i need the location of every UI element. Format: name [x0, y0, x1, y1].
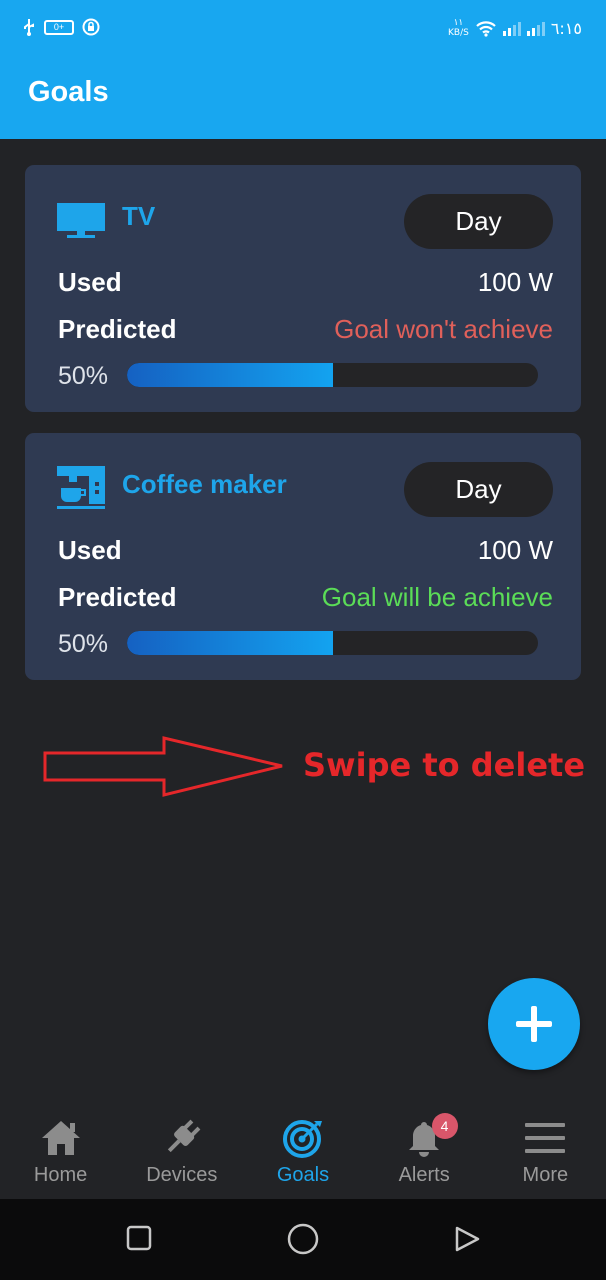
progress-percent: 50% [58, 630, 109, 658]
goal-card-coffee-maker[interactable]: Coffee maker Day Used 100 W Predicted Go… [25, 433, 581, 680]
signal-icon-2 [526, 20, 545, 36]
device-name: Coffee maker [122, 469, 287, 499]
net-speed: ۱۱ KB/S [448, 18, 469, 38]
plug-icon [167, 1119, 201, 1153]
period-selector[interactable]: Day [404, 194, 553, 249]
predicted-label: Predicted [58, 582, 177, 612]
page-title: Goals [28, 76, 109, 108]
progress-fill [127, 631, 333, 655]
home-icon [41, 1121, 80, 1155]
period-selector[interactable]: Day [404, 462, 553, 517]
used-label: Used [58, 267, 122, 297]
status-bar: 0+ ۱۱ KB/S ٦:١٥ [0, 0, 606, 58]
progress-percent: 50% [58, 362, 109, 390]
nav-goals[interactable]: Goals [242, 1108, 363, 1199]
predicted-row: Predicted Goal won't achieve [58, 314, 553, 345]
status-time: ٦:١٥ [550, 18, 582, 38]
battery-icon: 0+ [44, 19, 74, 35]
nav-label: Alerts [398, 1164, 450, 1186]
goal-card-tv[interactable]: TV Day Used 100 W Predicted Goal won't a… [25, 165, 581, 412]
nav-more[interactable]: More [485, 1108, 606, 1199]
status-right: ۱۱ KB/S ٦:١٥ [448, 18, 582, 38]
bottom-nav: Home Devices Goals 4 Alerts More [0, 1108, 606, 1199]
alerts-badge: 4 [431, 1113, 458, 1139]
progress-bar [127, 631, 538, 655]
status-left: 0+ [22, 18, 100, 36]
target-icon [282, 1120, 322, 1158]
predicted-row: Predicted Goal will be achieve [58, 582, 553, 613]
progress-bar [127, 363, 538, 387]
predicted-status: Goal won't achieve [334, 314, 553, 344]
nav-label: Goals [276, 1164, 330, 1186]
nav-label: Home [33, 1164, 88, 1186]
nav-home[interactable]: Home [0, 1108, 121, 1199]
predicted-status: Goal will be achieve [321, 582, 553, 612]
back-button[interactable] [453, 1225, 481, 1253]
swipe-arrow-icon [43, 736, 283, 797]
add-goal-button[interactable] [488, 978, 580, 1070]
signal-icon [502, 20, 521, 36]
nav-label: More [522, 1164, 569, 1186]
used-value: 100 W [477, 267, 553, 297]
nav-label: Devices [146, 1164, 218, 1186]
tv-icon [57, 203, 105, 238]
coffee-maker-icon [57, 466, 105, 509]
used-label: Used [58, 535, 122, 565]
recents-button[interactable] [126, 1225, 152, 1251]
plus-icon [516, 1006, 552, 1042]
used-value: 100 W [477, 535, 553, 565]
menu-icon [525, 1123, 566, 1153]
swipe-hint-text: Swipe to delete [303, 746, 586, 784]
system-nav-bar [0, 1199, 606, 1280]
progress-fill [127, 363, 333, 387]
predicted-label: Predicted [58, 314, 177, 344]
app-bar: 0+ ۱۱ KB/S ٦:١٥ Goals [0, 0, 606, 139]
used-row: Used 100 W [58, 535, 553, 566]
usb-icon [24, 19, 34, 36]
home-system-button[interactable] [287, 1223, 319, 1255]
device-name: TV [122, 201, 156, 231]
wifi-icon [476, 21, 496, 37]
used-row: Used 100 W [58, 267, 553, 298]
nav-devices[interactable]: Devices [121, 1108, 242, 1199]
nav-alerts[interactable]: 4 Alerts [364, 1108, 485, 1199]
vpn-lock-icon [82, 18, 100, 36]
